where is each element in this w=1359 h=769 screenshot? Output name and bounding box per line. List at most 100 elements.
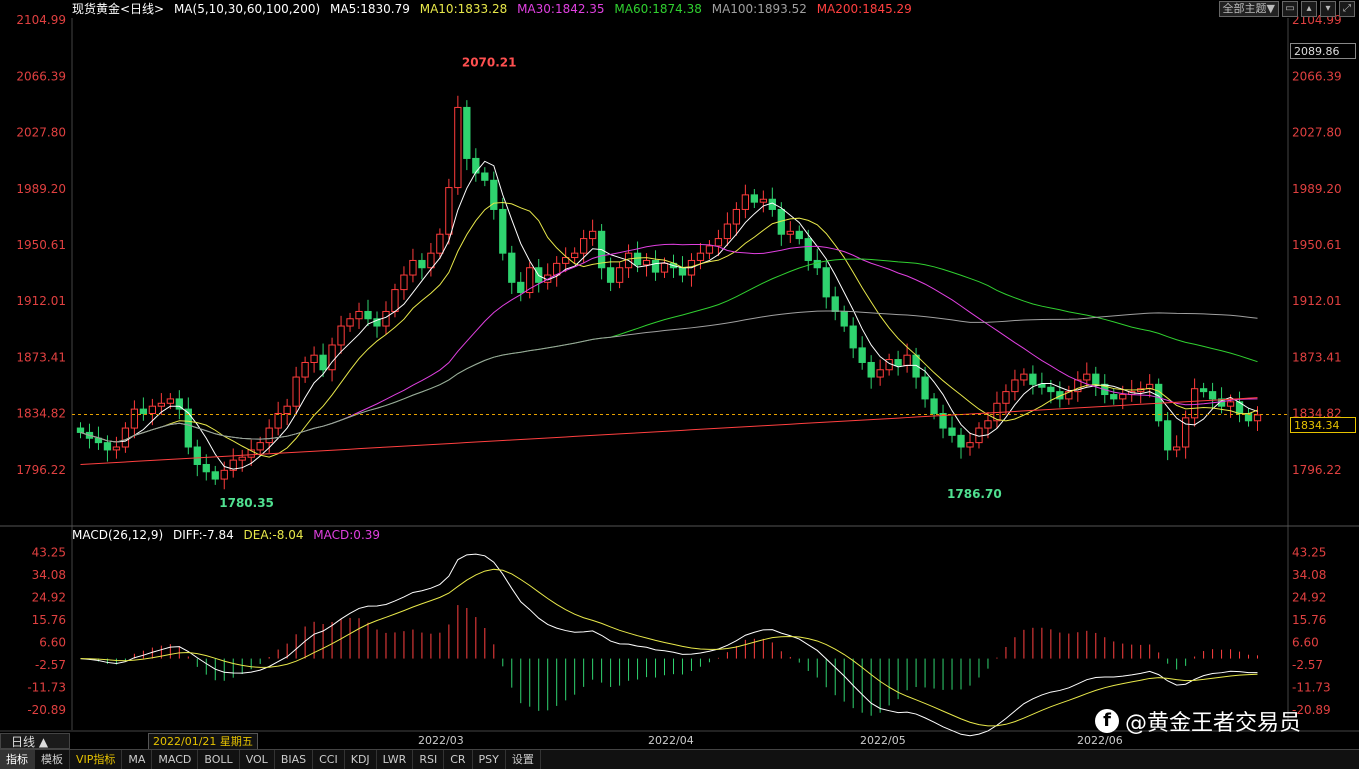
- candle-body: [1002, 391, 1010, 404]
- tab-1[interactable]: 模板: [35, 750, 70, 769]
- candle-body: [876, 369, 884, 378]
- chart-stage[interactable]: 2104.99 2104.99 2066.39 2066.39 2027.80 2027.…: [0, 0, 1359, 769]
- macd-tick-right: 15.76: [1292, 613, 1326, 627]
- macd-tick-left: 15.76: [32, 613, 66, 627]
- annotation-low: 1786.70: [947, 487, 1002, 501]
- candle-body: [337, 325, 345, 346]
- candle-body: [750, 194, 759, 203]
- macd-label: MACD(26,12,9): [72, 528, 164, 542]
- macd-tick-left: 24.92: [32, 590, 66, 604]
- period-button[interactable]: 日线 ▲: [0, 733, 70, 749]
- candle-body: [148, 405, 157, 414]
- kline-chart[interactable]: 2104.99 2104.992066.39 2066.392027.80 2027.…: [0, 0, 1359, 768]
- macd-tick-right: 6.60: [1292, 635, 1319, 649]
- candle-body: [1226, 401, 1235, 407]
- candle-body: [912, 354, 920, 378]
- macd-diff: DIFF:-7.84: [172, 528, 234, 542]
- candle-body: [615, 267, 624, 283]
- ma100-line: [80, 310, 1258, 443]
- candle-body: [1110, 394, 1118, 400]
- candle-body: [499, 208, 507, 254]
- candle-body: [1199, 388, 1208, 393]
- tab-14[interactable]: 设置: [506, 750, 541, 769]
- candle-body: [1172, 446, 1181, 451]
- indicator-tab-bar: 指标 模板 VIP指标 MA MACD BOLL VOL BIAS CCI KDJ LWR RSI CR…: [0, 749, 1359, 769]
- macd-header: MACD(26,12,9) DIFF:-7.84 DEA:-8.04 MACD:…: [72, 528, 386, 542]
- candle-body: [76, 427, 85, 433]
- candle-body: [112, 446, 121, 451]
- diff-line: [80, 553, 1258, 737]
- candle-body: [984, 420, 992, 429]
- candle-body: [804, 238, 812, 261]
- candle-body: [831, 296, 839, 312]
- candle-body: [1020, 373, 1028, 381]
- x-label-may: 2022/05: [860, 734, 906, 747]
- candle-body: [409, 259, 417, 276]
- collapse-icon[interactable]: ▴: [1301, 1, 1317, 17]
- dea-line: [80, 568, 1258, 727]
- tab-9[interactable]: KDJ: [345, 750, 377, 769]
- y-tick-left: 1912.01: [16, 294, 66, 308]
- candle-body: [1190, 388, 1199, 419]
- candle-body: [606, 267, 615, 283]
- tab-3[interactable]: MA: [122, 750, 153, 769]
- candle-body: [966, 442, 974, 448]
- macd-tick-left: -2.57: [35, 658, 66, 672]
- tab-6[interactable]: VOL: [240, 750, 275, 769]
- candle-body: [454, 106, 462, 189]
- fullscreen-icon[interactable]: ⤢: [1339, 1, 1355, 17]
- tab-0[interactable]: 指标: [0, 750, 35, 769]
- candle-body: [1083, 373, 1091, 381]
- candle-body: [283, 405, 291, 414]
- candle-body: [660, 262, 669, 273]
- y-tick-right: 2027.80: [1292, 125, 1342, 139]
- tab-13[interactable]: PSY: [473, 750, 506, 769]
- candle-body: [121, 427, 130, 448]
- tab-12[interactable]: CR: [444, 750, 473, 769]
- x-label-mar: 2022/03: [418, 734, 464, 747]
- ma-params: MA(5,10,30,60,100,200): [173, 2, 321, 16]
- y-tick-right: 1796.22: [1292, 463, 1342, 477]
- y-tick-right: 1950.61: [1292, 238, 1342, 252]
- tab-5[interactable]: BOLL: [198, 750, 240, 769]
- ma200-value: MA200:1845.29: [816, 2, 912, 16]
- y-tick-left: 1873.41: [16, 351, 66, 365]
- tab-10[interactable]: LWR: [377, 750, 414, 769]
- candle-body: [238, 456, 246, 461]
- macd-tick-left: -11.73: [27, 680, 66, 694]
- candle-body: [1164, 420, 1172, 451]
- candle-body: [301, 361, 309, 378]
- candle-body: [364, 310, 372, 320]
- y-tick-right: 1912.01: [1292, 294, 1342, 308]
- window-icon[interactable]: ▭: [1282, 1, 1298, 17]
- symbol-title: 现货黄金<日线>: [72, 2, 165, 16]
- candle-body: [310, 354, 318, 363]
- watermark-text: @黄金王者交易员: [1125, 711, 1302, 736]
- candle-body: [220, 469, 228, 480]
- candle-body: [633, 252, 642, 266]
- tab-2[interactable]: VIP指标: [70, 750, 123, 769]
- tab-7[interactable]: BIAS: [275, 750, 314, 769]
- candle-body: [1092, 373, 1100, 385]
- macd-tick-left: 43.25: [32, 545, 66, 559]
- candle-body: [858, 347, 866, 363]
- candle-body: [786, 230, 794, 235]
- theme-dropdown[interactable]: 全部主题▼: [1218, 1, 1279, 17]
- candle-body: [346, 318, 354, 327]
- y-tick-right: 1873.41: [1292, 351, 1342, 365]
- candle-body: [571, 252, 579, 259]
- y-tick-left: 2027.80: [16, 125, 66, 139]
- tab-11[interactable]: RSI: [413, 750, 445, 769]
- candle-body: [957, 434, 965, 448]
- tab-8[interactable]: CCI: [313, 750, 345, 769]
- tab-4[interactable]: MACD: [152, 750, 199, 769]
- macd-dea: DEA:-8.04: [243, 528, 304, 542]
- candle-body: [481, 172, 489, 181]
- candle-body: [894, 359, 902, 366]
- candle-body: [588, 230, 597, 240]
- y-tick-left: 1834.82: [16, 407, 66, 421]
- x-label-apr: 2022/04: [648, 734, 694, 747]
- y-tick-left: 1796.22: [16, 463, 66, 477]
- expand-icon[interactable]: ▾: [1320, 1, 1336, 17]
- y-tick-left: 1989.20: [16, 182, 66, 196]
